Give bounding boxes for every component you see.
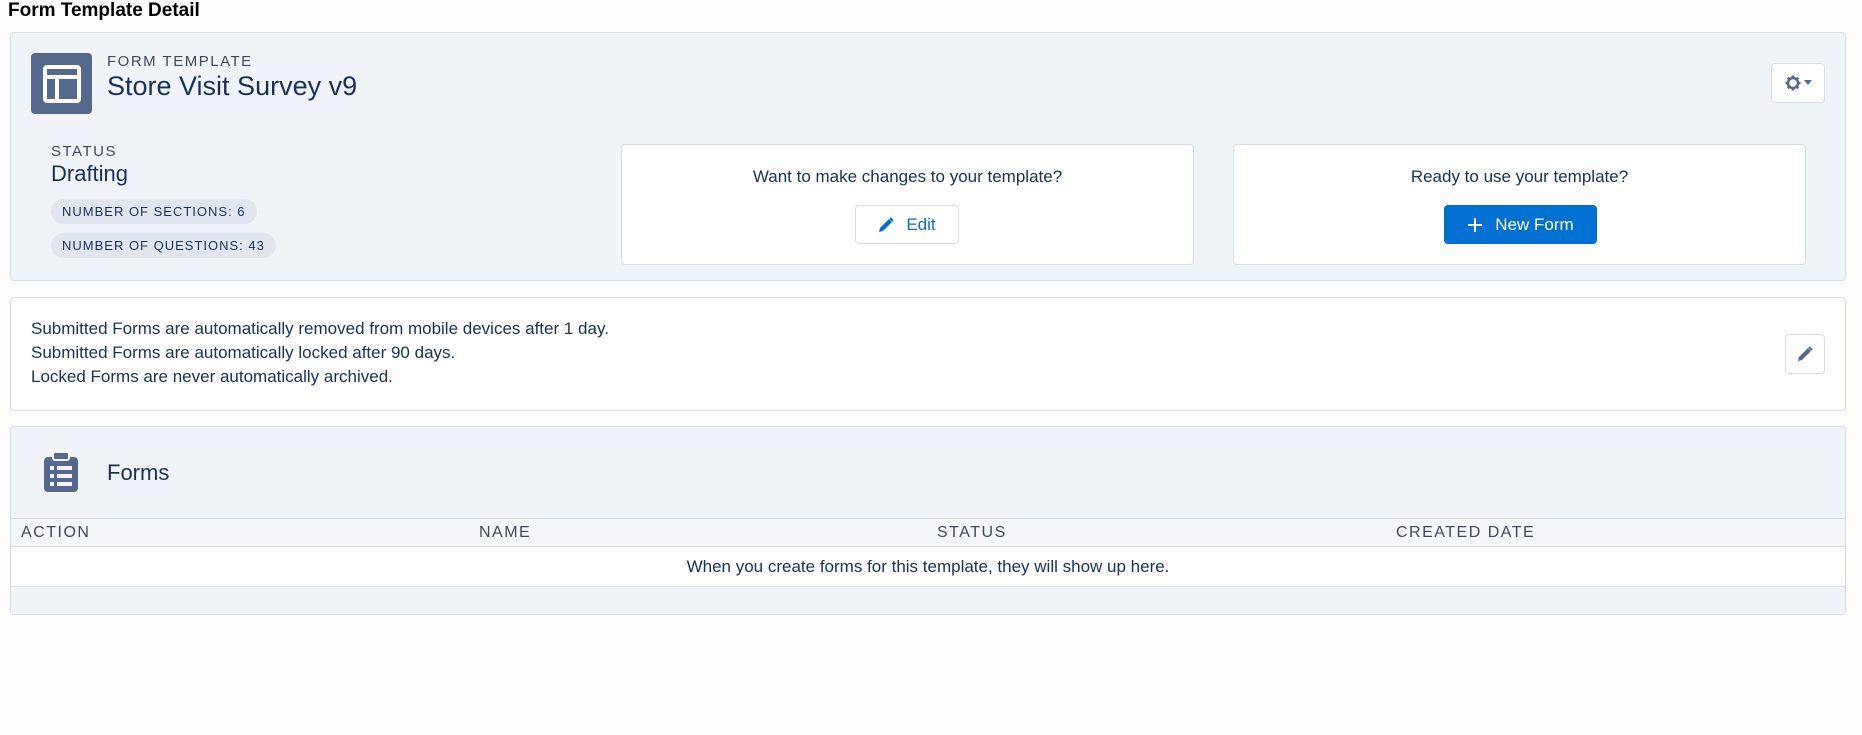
edit-prompt: Want to make changes to your template?	[752, 167, 1063, 186]
column-header-created-date[interactable]: CREATED DATE	[1396, 524, 1535, 542]
template-name: Store Visit Survey v9	[107, 71, 358, 101]
column-header-name[interactable]: NAME	[479, 524, 531, 542]
settings-menu-button[interactable]	[1771, 63, 1825, 103]
edit-template-panel: Want to make changes to your template? E…	[621, 144, 1194, 265]
clipboard-icon	[44, 451, 78, 492]
new-form-panel: Ready to use your template? New Form	[1233, 144, 1806, 265]
plus-icon	[1468, 217, 1483, 232]
chevron-down-icon	[1803, 80, 1812, 85]
edit-button[interactable]: Edit	[855, 205, 959, 244]
pencil-icon	[1798, 346, 1813, 361]
edit-button-label: Edit	[906, 214, 936, 234]
gear-icon	[1785, 75, 1800, 91]
new-form-prompt: Ready to use your template?	[1410, 167, 1629, 186]
new-form-button-label: New Form	[1495, 214, 1574, 234]
questions-count-badge: NUMBER OF QUESTIONS: 43	[51, 233, 276, 258]
sections-count-badge: NUMBER OF SECTIONS: 6	[51, 199, 257, 224]
forms-table-header: ACTION NAME STATUS CREATED DATE	[11, 518, 1845, 547]
status-label: STATUS	[51, 143, 117, 160]
forms-empty-message: When you create forms for this template,…	[11, 547, 1845, 587]
policy-line-lock: Submitted Forms are automatically locked…	[31, 343, 456, 362]
template-eyebrow: FORM TEMPLATE	[107, 53, 253, 70]
pencil-icon	[879, 216, 895, 232]
policy-text: Submitted Forms are automatically remove…	[31, 317, 609, 389]
template-icon	[31, 53, 92, 114]
edit-policy-button[interactable]	[1785, 334, 1825, 374]
forms-title: Forms	[107, 460, 170, 485]
forms-related-list: Forms ACTION NAME STATUS CREATED DATE Wh…	[10, 426, 1846, 615]
status-value: Drafting	[51, 161, 129, 186]
column-header-status[interactable]: STATUS	[937, 524, 1007, 542]
page-title: Form Template Detail	[8, 0, 200, 21]
column-header-action[interactable]: ACTION	[21, 524, 90, 542]
policy-line-archive: Locked Forms are never automatically arc…	[31, 367, 393, 386]
policy-line-mobile-removal: Submitted Forms are automatically remove…	[31, 319, 609, 338]
retention-policy-card: Submitted Forms are automatically remove…	[10, 297, 1846, 411]
template-header-card: FORM TEMPLATE Store Visit Survey v9 STAT…	[10, 32, 1846, 281]
new-form-button[interactable]: New Form	[1444, 205, 1597, 244]
